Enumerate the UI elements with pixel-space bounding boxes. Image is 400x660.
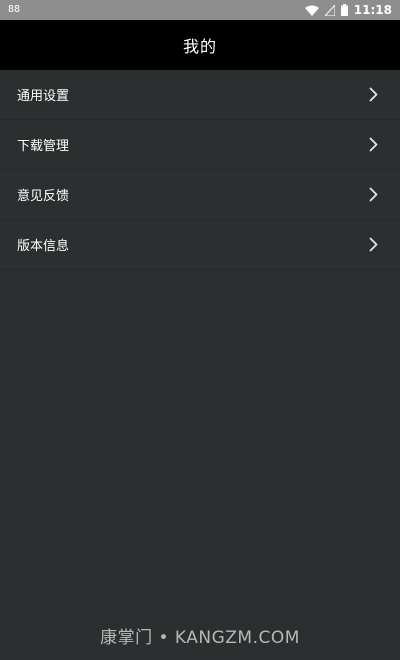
status-notification-text: 88	[8, 4, 21, 15]
status-bar: 88 11:18	[0, 0, 400, 20]
menu-item-label: 意见反馈	[17, 189, 70, 204]
chevron-right-icon	[369, 137, 378, 152]
page-title: 我的	[182, 37, 217, 56]
battery-icon	[340, 4, 348, 16]
menu-item-general-settings[interactable]: 通用设置	[0, 70, 400, 120]
watermark: 康掌门 • KANGZM.COM	[100, 628, 300, 648]
chevron-right-icon	[369, 187, 378, 202]
signal-off-icon	[324, 4, 335, 16]
settings-menu: 通用设置 下载管理 意见反馈 版本信息	[0, 70, 400, 270]
status-icons: 11:18	[304, 0, 392, 20]
menu-item-download-management[interactable]: 下载管理	[0, 120, 400, 170]
menu-item-label: 下载管理	[17, 139, 70, 154]
wifi-icon	[304, 5, 319, 16]
chevron-right-icon	[369, 237, 378, 252]
menu-item-version-info[interactable]: 版本信息	[0, 220, 400, 270]
chevron-right-icon	[369, 87, 378, 102]
title-bar: 我的	[0, 20, 400, 70]
status-time: 11:18	[353, 3, 392, 17]
app-screen: 88 11:18 我的 通用设置 下载管理 意见反馈 版本信息 康掌门 • KA…	[0, 0, 400, 660]
menu-item-feedback[interactable]: 意见反馈	[0, 170, 400, 220]
menu-item-label: 通用设置	[17, 89, 70, 104]
menu-item-label: 版本信息	[17, 239, 70, 254]
